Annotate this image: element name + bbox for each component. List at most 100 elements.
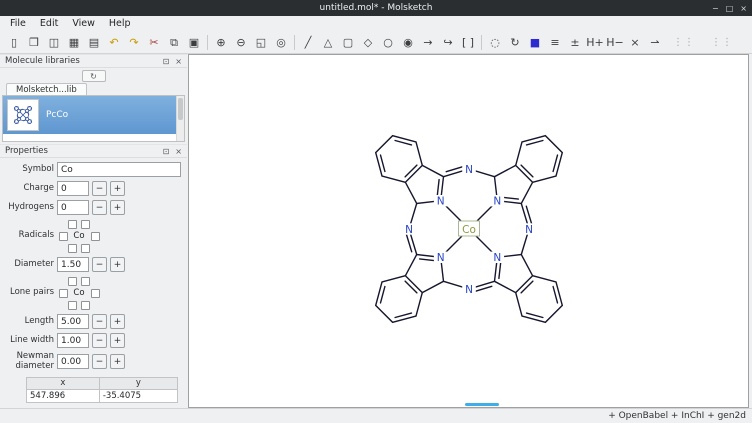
nitrogen-atom-label[interactable]: N (493, 252, 501, 264)
redo-icon[interactable]: ↷ (124, 33, 144, 52)
ring-benzene-tool-icon[interactable]: ◉ (398, 33, 418, 52)
library-refresh-button[interactable]: ↻ (82, 70, 106, 82)
library-scrollbar[interactable] (176, 96, 184, 141)
radical-checkbox[interactable] (81, 220, 90, 229)
close-icon[interactable]: × (740, 4, 747, 13)
line-width-decrement-button[interactable]: − (92, 333, 107, 348)
menu-help[interactable]: Help (102, 17, 138, 30)
minimize-icon[interactable]: − (712, 4, 719, 13)
mechanism-arrow-icon[interactable]: ⇀ (645, 33, 665, 52)
toolbar-grip[interactable]: ⋮⋮ (673, 37, 695, 48)
charge-decrement-button[interactable]: − (92, 181, 107, 196)
line-width-increment-button[interactable]: + (110, 333, 125, 348)
newman-decrement-button[interactable]: − (92, 354, 107, 369)
curved-arrow-tool-icon[interactable]: ↪ (438, 33, 458, 52)
float-dock-icon[interactable]: ⊡ (163, 147, 170, 156)
diameter-increment-button[interactable]: + (110, 257, 125, 272)
charge-field[interactable] (57, 181, 89, 196)
lone-pair-checkbox[interactable] (68, 301, 77, 310)
undo-icon[interactable]: ↶ (104, 33, 124, 52)
coordinate-y-value[interactable]: -35.4075 (99, 389, 177, 402)
canvas-hscrollbar-thumb[interactable] (465, 403, 499, 406)
nitrogen-atom-label[interactable]: N (525, 224, 533, 236)
new-file-icon[interactable]: ▯ (4, 33, 24, 52)
ring-pentagon-tool-icon[interactable]: ◇ (358, 33, 378, 52)
charge-increment-button[interactable]: + (110, 181, 125, 196)
zoom-fit-icon[interactable]: ◱ (251, 33, 271, 52)
symbol-field[interactable] (57, 162, 181, 177)
line-width-field[interactable] (57, 333, 89, 348)
nitrogen-atom-label[interactable]: N (436, 196, 444, 208)
radical-checkbox[interactable] (81, 244, 90, 253)
ring-square-tool-icon[interactable]: ▢ (338, 33, 358, 52)
cut-icon[interactable]: ✂ (144, 33, 164, 52)
zoom-in-icon[interactable]: ⊕ (211, 33, 231, 52)
rotate-tool-icon[interactable]: ↻ (505, 33, 525, 52)
length-decrement-button[interactable]: − (92, 314, 107, 329)
hydrogens-decrement-button[interactable]: − (92, 200, 107, 215)
export-image-icon[interactable]: ▦ (64, 33, 84, 52)
radical-checkbox[interactable] (68, 220, 77, 229)
copy-icon[interactable]: ⧉ (164, 33, 184, 52)
hydrogen-remove-icon[interactable]: H− (605, 33, 625, 52)
radical-checkbox[interactable] (59, 232, 68, 241)
diameter-decrement-button[interactable]: − (92, 257, 107, 272)
toolbar-grip[interactable]: ⋮⋮ (711, 37, 733, 48)
coordinate-row[interactable]: 547.896 -35.4075 (27, 389, 178, 402)
lone-pair-checkbox[interactable] (81, 277, 90, 286)
print-icon[interactable]: ▤ (84, 33, 104, 52)
menu-file[interactable]: File (3, 17, 33, 30)
draw-bond-tool-icon[interactable]: ╱ (298, 33, 318, 52)
lone-pair-checkbox[interactable] (81, 301, 90, 310)
diameter-field[interactable] (57, 257, 89, 272)
library-scrollbar-thumb[interactable] (178, 98, 183, 120)
zoom-out-icon[interactable]: ⊖ (231, 33, 251, 52)
nitrogen-atom-label[interactable]: N (436, 252, 444, 264)
hydrogen-add-icon[interactable]: H+ (585, 33, 605, 52)
newman-increment-button[interactable]: + (110, 354, 125, 369)
close-dock-icon[interactable]: × (175, 147, 182, 156)
libraries-dock-header[interactable]: Molecule libraries ⊡ × (0, 54, 187, 68)
radical-checkbox[interactable] (68, 244, 77, 253)
lasso-select-tool-icon[interactable]: ◌ (485, 33, 505, 52)
color-swatch[interactable]: ■ (525, 33, 545, 52)
menu-edit[interactable]: Edit (33, 17, 65, 30)
zoom-original-icon[interactable]: ◎ (271, 33, 291, 52)
paste-icon[interactable]: ▣ (184, 33, 204, 52)
ring-hexagon-tool-icon[interactable]: ○ (378, 33, 398, 52)
canvas-hscrollbar[interactable] (189, 401, 748, 407)
titlebar[interactable]: untitled.mol* - Molsketch − □ × (0, 0, 752, 16)
ring-triangle-tool-icon[interactable]: △ (318, 33, 338, 52)
open-file-icon[interactable]: ❒ (24, 33, 44, 52)
library-item-pcco[interactable]: PcCo (3, 96, 176, 134)
properties-dock-header[interactable]: Properties ⊡ × (0, 144, 187, 158)
library-tab[interactable]: Molsketch...lib (6, 83, 87, 95)
bracket-tool-icon[interactable]: [ ] (458, 33, 478, 52)
nitrogen-atom-label[interactable]: N (465, 284, 473, 296)
newman-diameter-field[interactable] (57, 354, 89, 369)
radical-checkbox[interactable] (91, 232, 100, 241)
cobalt-atom-label[interactable]: Co (462, 224, 476, 236)
menu-view[interactable]: View (65, 17, 102, 30)
lone-pair-checkbox[interactable] (68, 277, 77, 286)
drawing-canvas[interactable]: N N N N N N N N Co (188, 54, 749, 408)
hydrogens-field[interactable] (57, 200, 89, 215)
float-dock-icon[interactable]: ⊡ (163, 57, 170, 66)
length-increment-button[interactable]: + (110, 314, 125, 329)
charge-tool-icon[interactable]: ± (565, 33, 585, 52)
hydrogens-increment-button[interactable]: + (110, 200, 125, 215)
lone-pair-checkbox[interactable] (59, 289, 68, 298)
length-field[interactable] (57, 314, 89, 329)
molecule-pcco[interactable]: N N N N N N N N Co (319, 79, 619, 379)
coordinate-x-value[interactable]: 547.896 (27, 389, 100, 402)
lone-pair-checkbox[interactable] (91, 289, 100, 298)
maximize-icon[interactable]: □ (726, 4, 734, 13)
nitrogen-atom-label[interactable]: N (465, 164, 473, 176)
reaction-arrow-tool-icon[interactable]: → (418, 33, 438, 52)
nitrogen-atom-label[interactable]: N (493, 196, 501, 208)
close-dock-icon[interactable]: × (175, 57, 182, 66)
line-width-icon[interactable]: ≡ (545, 33, 565, 52)
delete-tool-icon[interactable]: × (625, 33, 645, 52)
save-icon[interactable]: ◫ (44, 33, 64, 52)
nitrogen-atom-label[interactable]: N (405, 224, 413, 236)
